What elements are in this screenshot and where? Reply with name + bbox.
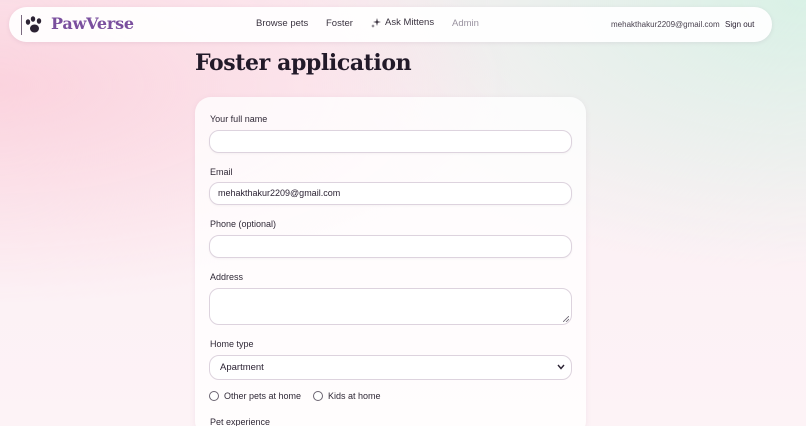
- nav-browse-pets[interactable]: Browse pets: [256, 18, 308, 29]
- other-pets-label: Other pets at home: [224, 391, 302, 401]
- chevron-down-icon: [557, 364, 565, 370]
- kids-option[interactable]: Kids at home: [313, 391, 381, 401]
- nav-ask-mittens-label: Ask Mittens: [385, 17, 435, 28]
- user-email: mehakthakur2209@gmail.com: [611, 20, 720, 29]
- sign-out-button[interactable]: Sign out: [725, 20, 754, 29]
- resize-handle-icon[interactable]: [563, 316, 569, 322]
- brand-divider: [21, 15, 22, 35]
- address-textarea[interactable]: [209, 288, 572, 325]
- page-title: Foster application: [195, 50, 412, 76]
- kids-checkbox[interactable]: [313, 391, 323, 401]
- other-pets-option[interactable]: Other pets at home: [209, 391, 301, 401]
- brand-logo-text[interactable]: PawVerse: [51, 14, 134, 33]
- email-input[interactable]: mehakthakur2209@gmail.com: [209, 182, 572, 205]
- email-label: Email: [210, 167, 233, 177]
- full-name-label: Your full name: [210, 114, 268, 124]
- full-name-input[interactable]: [209, 130, 572, 153]
- pet-experience-label: Pet experience: [210, 417, 271, 426]
- nav-admin[interactable]: Admin: [452, 18, 479, 29]
- kids-label: Kids at home: [328, 391, 381, 401]
- sparkle-icon: [371, 17, 381, 28]
- paw-icon: [25, 16, 42, 33]
- nav-ask-mittens[interactable]: Ask Mittens: [371, 17, 434, 28]
- nav-foster[interactable]: Foster: [326, 18, 353, 29]
- top-navbar: PawVerse Browse pets Foster Ask Mittens …: [9, 7, 772, 42]
- home-type-select[interactable]: Apartment: [209, 355, 572, 380]
- phone-input[interactable]: [209, 235, 572, 258]
- other-pets-checkbox[interactable]: [209, 391, 219, 401]
- phone-label: Phone (optional): [210, 219, 277, 229]
- home-type-label: Home type: [210, 339, 254, 349]
- home-type-selected-value: Apartment: [220, 362, 264, 373]
- address-label: Address: [210, 272, 244, 282]
